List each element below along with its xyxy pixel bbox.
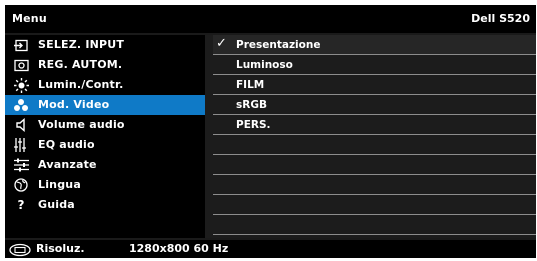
option-empty-row — [213, 215, 536, 235]
menu-item-label: REG. AUTOM. — [38, 58, 123, 71]
status-footer: Risoluz. 1280x800 60 Hz — [5, 240, 536, 258]
option-label: Luminoso — [236, 59, 293, 71]
option-empty-row — [213, 195, 536, 215]
option-label: sRGB — [236, 99, 267, 111]
globe-icon — [13, 177, 29, 193]
equalizer-icon — [13, 137, 29, 153]
resolution-icon — [9, 242, 31, 257]
menu-item-label: EQ audio — [38, 138, 95, 151]
option-film[interactable]: FILM — [213, 75, 536, 95]
option-empty-row — [213, 155, 536, 175]
menu-item-label: SELEZ. INPUT — [38, 38, 125, 51]
checkmark-icon: ✓ — [216, 36, 227, 51]
menu-item-input-select[interactable]: SELEZ. INPUT — [5, 35, 205, 55]
option-empty-row — [213, 135, 536, 155]
menu-item-brightness-contrast[interactable]: Lumin./Contr. — [5, 75, 205, 95]
option-pers[interactable]: PERS. — [213, 115, 536, 135]
menu-item-advanced[interactable]: Avanzate — [5, 155, 205, 175]
menu-item-audio-volume[interactable]: Volume audio — [5, 115, 205, 135]
menu-item-label: Lingua — [38, 178, 81, 191]
video-mode-options: ✓ Presentazione Luminoso FILM sRGB PERS. — [205, 35, 536, 238]
menu-item-label: Lumin./Contr. — [38, 78, 124, 91]
menu-item-label: Volume audio — [38, 118, 125, 131]
help-icon: ? — [17, 198, 25, 212]
main-menu-list: SELEZ. INPUT REG. AUTOM. Lumin./Contr. M… — [5, 35, 205, 238]
option-label: Presentazione — [236, 39, 321, 51]
option-label: FILM — [236, 79, 265, 91]
resolution-value: 1280x800 60 Hz — [129, 242, 229, 255]
menu-item-auto-adjust[interactable]: REG. AUTOM. — [5, 55, 205, 75]
menu-item-language[interactable]: Lingua — [5, 175, 205, 195]
menu-item-video-mode[interactable]: Mod. Video — [5, 95, 205, 115]
menu-item-label: Avanzate — [38, 158, 97, 171]
option-srgb[interactable]: sRGB — [213, 95, 536, 115]
osd-menu-window: Menu Dell S520 SELEZ. INPUT REG. AUTOM. … — [5, 5, 536, 258]
menu-item-label: Mod. Video — [38, 98, 110, 111]
menu-item-label: Guida — [38, 198, 75, 211]
advanced-settings-icon — [13, 157, 29, 173]
speaker-icon — [13, 117, 29, 133]
option-presentazione[interactable]: ✓ Presentazione — [213, 35, 536, 55]
menu-header: Menu Dell S520 — [5, 5, 536, 33]
auto-adjust-icon — [13, 57, 29, 73]
option-empty-row — [213, 175, 536, 195]
brightness-icon — [13, 77, 29, 93]
menu-item-audio-eq[interactable]: EQ audio — [5, 135, 205, 155]
menu-item-help[interactable]: ? Guida — [5, 195, 205, 215]
resolution-label: Risoluz. — [36, 242, 85, 255]
menu-title: Menu — [12, 12, 47, 25]
option-label: PERS. — [236, 119, 271, 131]
option-luminoso[interactable]: Luminoso — [213, 55, 536, 75]
input-select-icon — [13, 37, 29, 53]
device-model: Dell S520 — [471, 12, 530, 25]
video-mode-icon — [13, 97, 29, 113]
